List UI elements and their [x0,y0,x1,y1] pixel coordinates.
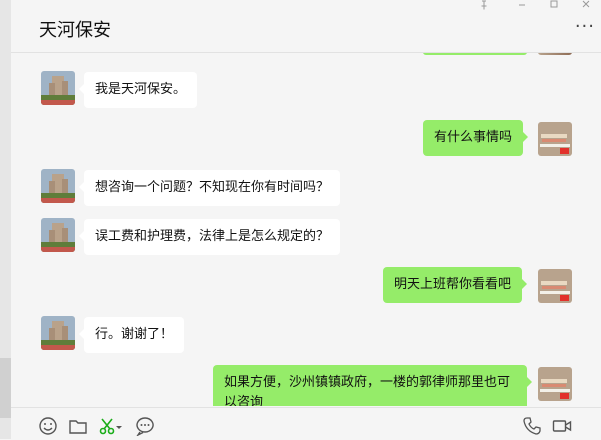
more-options-icon[interactable]: ··· [575,18,595,36]
self-avatar[interactable] [538,122,572,156]
close-icon[interactable] [579,0,593,10]
chat-history-icon[interactable] [135,416,155,436]
pin-icon[interactable] [477,0,491,10]
left-scrollbar[interactable] [0,358,11,418]
self-avatar[interactable] [538,367,572,401]
maximize-icon[interactable] [547,0,561,10]
minimize-icon[interactable] [515,0,529,10]
message-bubble[interactable]: 误工费和护理费，法律上是怎么规定的？ [78,219,341,255]
message-bubble[interactable]: 我是天河保安。 [78,72,198,108]
left-panel-strip [0,0,11,439]
contact-avatar[interactable] [41,218,75,252]
input-toolbar [11,407,601,440]
chat-window: 天河保安 ··· 我是天河保安。 有什么事情吗 想咨询一个问题？不知现在你有时间… [11,0,601,440]
title-bar: 天河保安 ··· [11,0,601,53]
chat-title: 天河保安 [39,20,111,41]
emoji-icon[interactable] [38,416,58,436]
message-bubble[interactable]: 如果方便，沙州镇镇政府，一楼的郭律师那里也可以咨询 [213,365,532,406]
contact-avatar[interactable] [41,169,75,203]
message-list[interactable]: 我是天河保安。 有什么事情吗 想咨询一个问题？不知现在你有时间吗？ 误工费和护理… [11,53,601,406]
contact-avatar[interactable] [41,316,75,350]
message-bubble[interactable]: 明天上班帮你看看吧 [383,267,528,303]
message-bubble[interactable]: 有什么事情吗 [423,120,529,156]
chevron-down-icon[interactable] [115,424,123,432]
folder-icon[interactable] [68,416,88,436]
self-avatar[interactable] [538,269,572,303]
contact-avatar[interactable] [41,71,75,105]
message-bubble[interactable]: 行。谢谢了！ [78,317,185,353]
video-call-icon[interactable] [552,416,572,436]
previous-message-bubble [423,53,527,55]
self-avatar[interactable] [538,53,572,55]
phone-icon[interactable] [522,416,542,436]
message-bubble[interactable]: 想咨询一个问题？不知现在你有时间吗？ [78,170,341,206]
